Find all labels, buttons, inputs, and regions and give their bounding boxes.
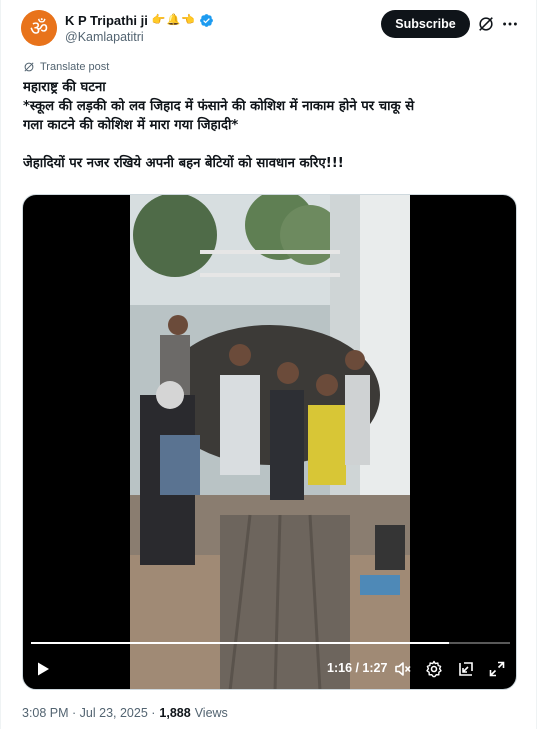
bell-emoji: 🔔 xyxy=(166,14,181,26)
tweet-line: महाराष्ट्र की घटना xyxy=(23,80,106,95)
video-frame xyxy=(130,195,410,689)
translate-post-link[interactable]: Translate post xyxy=(23,61,109,73)
volume-muted-icon[interactable] xyxy=(394,660,412,678)
post-meta: 3:08 PM · Jul 23, 2025 · 1,888 Views xyxy=(22,706,228,720)
video-progress-fill xyxy=(31,642,450,644)
tweet-text: महाराष्ट्र की घटना *स्कूल की लड़की को लव… xyxy=(23,78,523,173)
author-name[interactable]: K P Tripathi ji xyxy=(65,13,148,28)
translate-label[interactable]: Translate post xyxy=(40,61,109,73)
om-logo-icon: ॐ xyxy=(21,10,57,46)
author-emojis: 👉 🔔 👈 xyxy=(152,13,195,27)
grok-icon[interactable] xyxy=(477,15,495,33)
tweet-line: *स्कूल की लड़की को लव जिहाद में फंसाने क… xyxy=(23,99,415,114)
tweet-line: गला काटने की कोशिश में मारा गया जिहादी* xyxy=(23,118,239,133)
picture-in-picture-icon[interactable] xyxy=(457,660,475,678)
more-options-icon[interactable] xyxy=(501,15,519,33)
settings-gear-icon[interactable] xyxy=(425,660,443,678)
avatar[interactable]: ॐ xyxy=(21,10,57,46)
views-count: 1,888 xyxy=(159,706,191,720)
video-time: 1:16 / 1:27 xyxy=(327,661,388,675)
svg-text:ॐ: ॐ xyxy=(30,16,48,40)
point-right-emoji: 👉 xyxy=(151,14,166,26)
tweet-card: ॐ K P Tripathi ji 👉 🔔 👈 @Kamlapatitri Su… xyxy=(0,0,537,729)
views-label: Views xyxy=(194,706,228,720)
post-timestamp[interactable]: 3:08 PM · Jul 23, 2025 · xyxy=(22,706,155,720)
tweet-line: जेहादियों पर नजर रखिये अपनी बहन बेटियों … xyxy=(23,156,344,171)
verified-badge-icon[interactable] xyxy=(199,13,214,28)
author-name-row[interactable]: K P Tripathi ji 👉 🔔 👈 xyxy=(65,12,214,28)
point-left-emoji: 👈 xyxy=(181,14,195,26)
author-handle[interactable]: @Kamlapatitri xyxy=(65,30,144,44)
play-icon[interactable] xyxy=(35,661,51,677)
translate-icon xyxy=(24,62,34,72)
subscribe-button[interactable]: Subscribe xyxy=(381,10,470,38)
video-progress-bar[interactable] xyxy=(31,642,510,644)
video-player[interactable]: 1:16 / 1:27 xyxy=(22,194,517,690)
fullscreen-icon[interactable] xyxy=(488,660,506,678)
